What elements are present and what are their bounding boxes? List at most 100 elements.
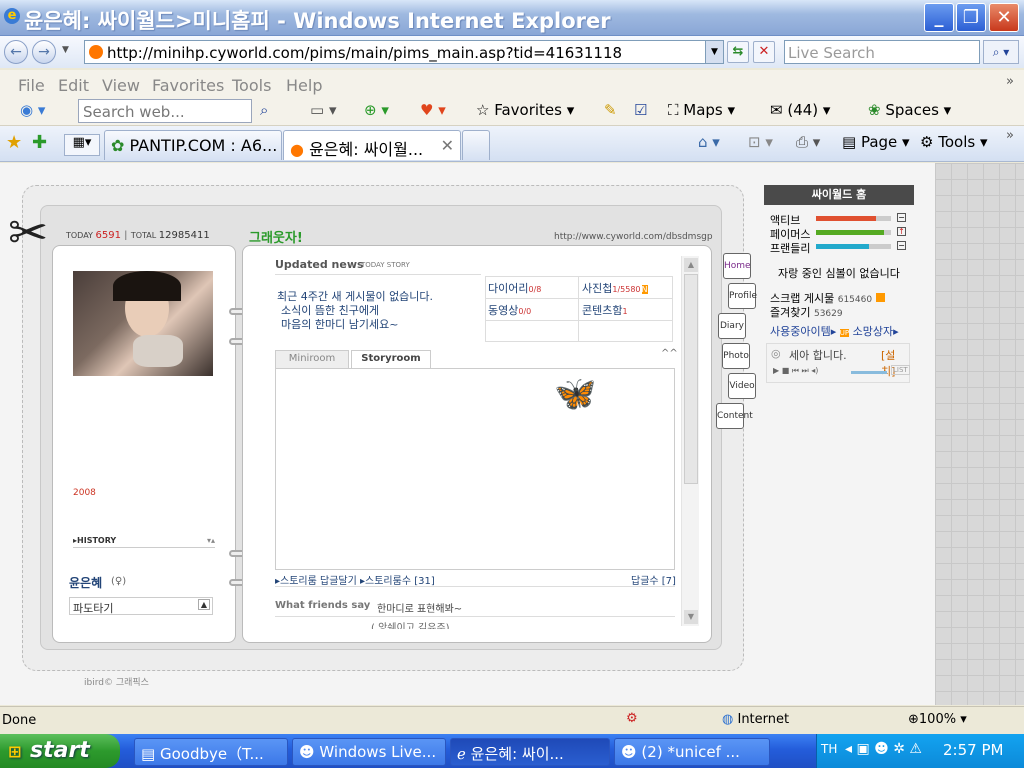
history-dropdown-icon[interactable]: ▼ [62, 45, 69, 55]
favorites-button[interactable]: ☆ Favorites ▾ [476, 101, 574, 119]
scrollbar[interactable]: ▲ ▼ [681, 256, 699, 626]
side-tab-home[interactable]: Home [723, 253, 751, 279]
stop-icon[interactable]: ✕ [753, 41, 775, 63]
collapse-icon[interactable]: ^^ [661, 348, 678, 359]
arrow-up-icon[interactable]: ↑ [897, 227, 906, 236]
spaces-icon: ❀ [868, 101, 881, 119]
start-button[interactable]: ⊞ start [0, 734, 120, 768]
toolbar-box-icon[interactable]: ▭ ▾ [310, 101, 336, 119]
menu-file[interactable]: File [18, 76, 45, 95]
menu-help[interactable]: Help [286, 76, 322, 95]
highlight-icon[interactable]: ✎ [604, 101, 617, 119]
scroll-thumb[interactable] [684, 274, 698, 484]
tray-icons[interactable]: ◂ ▣ ☻ ✲ ⚠ [845, 741, 922, 757]
scroll-down-icon[interactable]: ▼ [684, 610, 698, 624]
maps-button[interactable]: ⛶ Maps ▾ [668, 101, 735, 119]
edit-icon[interactable]: ☑ [634, 101, 647, 119]
tools-menu[interactable]: ⚙ Tools ▾ [920, 133, 988, 151]
language-indicator[interactable]: TH [821, 742, 837, 756]
scroll-up-icon[interactable]: ▲ [684, 258, 698, 272]
menu-tools[interactable]: Tools [232, 76, 271, 95]
tab-pantip[interactable]: ✿ PANTIP.COM : A6... [104, 130, 282, 160]
owner-name[interactable]: 윤은혜 [69, 574, 102, 591]
menu-favorites[interactable]: Favorites [152, 76, 224, 95]
forward-icon[interactable]: → [32, 40, 56, 64]
zoom-icon: ⊕ [908, 712, 919, 727]
chevron-more-icon[interactable]: » [1006, 128, 1014, 143]
address-bar[interactable]: http://minihp.cyworld.com/pims/main/pims… [84, 40, 724, 64]
websearch-go-icon[interactable]: ⌕ [260, 101, 268, 119]
bgm-player[interactable]: ◎ 세아 합니다. [설치] ▶ ■ ⏮ ⏭ ◂) LIST [766, 343, 910, 383]
zoom-control[interactable]: ⊕100% ▾ [908, 712, 967, 727]
status-text: Done [2, 713, 37, 728]
side-tab-diary[interactable]: Diary [718, 313, 746, 339]
chevron-up-icon[interactable]: ▲ [197, 599, 210, 610]
messenger-icon[interactable]: ♥ ▾ [420, 101, 446, 119]
minus-icon[interactable]: − [897, 213, 906, 222]
tab-storyroom[interactable]: Storyroom [351, 350, 431, 369]
active-bar [816, 216, 876, 221]
web-search-input[interactable]: Search web... [78, 99, 252, 123]
volume-slider[interactable] [851, 371, 887, 374]
popup-blocked-icon[interactable]: ⚙ [626, 711, 638, 726]
minimize-button[interactable]: _ [924, 3, 954, 32]
page-menu[interactable]: ▤ Page ▾ [842, 133, 910, 151]
home-icon[interactable]: ⌂ ▾ [698, 133, 720, 151]
task-unicef[interactable]: ☻ (2) *unicef ... [614, 738, 770, 766]
expand-icon[interactable]: ▾▴ [207, 536, 215, 545]
side-tab-video[interactable]: Video [728, 373, 756, 399]
chat-icon: ☻ [621, 743, 637, 761]
search-go-icon[interactable]: ⌕ ▾ [983, 40, 1019, 64]
year-label: 2008 [73, 488, 96, 498]
task-cyworld[interactable]: ℯ 윤은혜: 싸이... [450, 738, 610, 766]
storyroom-area[interactable]: 🦋 [275, 368, 675, 570]
wish-label: 소망상자 [852, 325, 894, 338]
story-reply-link[interactable]: ▸스토리룸 답글달기 ▸스토리룸수 [31] [275, 572, 435, 587]
task-label: 윤은혜: 싸이... [470, 745, 564, 763]
search-input[interactable]: Live Search [784, 40, 980, 64]
stat-content[interactable]: 콘텐츠함1 [582, 302, 628, 318]
side-tab-photo[interactable]: Photo [722, 343, 750, 369]
print-icon[interactable]: ⎙ ▾ [796, 133, 820, 151]
stat-photo[interactable]: 사진첩1/5580N [582, 280, 648, 296]
msn-icon[interactable]: ◉ ▾ [20, 101, 45, 119]
maximize-button[interactable]: ❐ [956, 3, 986, 32]
add-favorite-icon[interactable]: ✚ [32, 132, 47, 153]
refresh-icon[interactable]: ⇆ [727, 41, 749, 63]
chevron-more-icon[interactable]: » [1006, 74, 1014, 89]
mail-button[interactable]: ✉ (44) ▾ [770, 101, 830, 119]
tab-close-icon[interactable]: ✕ [441, 136, 454, 155]
friendly-label: 프랜들리 [770, 242, 811, 255]
new-tab-button[interactable] [462, 130, 490, 160]
stat-diary[interactable]: 다이어리0/8 [488, 280, 541, 296]
mood-select[interactable]: 파도타기 ▲ [69, 597, 213, 615]
fav-row[interactable]: 즐겨찾기 53629 [770, 304, 843, 320]
add-icon[interactable]: ⊕ ▾ [364, 101, 389, 119]
spaces-button[interactable]: ❀ Spaces ▾ [868, 101, 951, 119]
favorites-center-icon[interactable]: ★ [6, 132, 22, 153]
history-link[interactable]: ▸HISTORY ▾▴ [73, 536, 215, 548]
task-windows-live[interactable]: ☻ Windows Live... [292, 738, 446, 766]
site-url-link[interactable]: http://www.cyworld.com/dbsdmsgp [554, 232, 713, 242]
quick-tabs-icon[interactable]: ▦▾ [64, 134, 100, 156]
news-message: 최근 4주간 새 게시물이 없습니다. 소식이 뜸한 친구에게 마음의 한마디 … [277, 290, 433, 332]
visit-counter: TODAY 6591 │ TOTAL 12985411 [66, 230, 210, 241]
player-controls-icon[interactable]: ▶ ■ ⏮ ⏭ ◂) [773, 366, 818, 376]
list-button[interactable]: LIST [891, 365, 910, 375]
side-tab-profile[interactable]: Profile [728, 283, 757, 309]
back-icon[interactable]: ← [4, 40, 28, 64]
minus-icon[interactable]: − [897, 241, 906, 250]
side-tab-content[interactable]: Content [716, 403, 753, 429]
tab-cyworld[interactable]: ● 윤은혜: 싸이월... ✕ [283, 130, 461, 160]
tab-miniroom[interactable]: Miniroom [275, 350, 349, 368]
menu-view[interactable]: View [102, 76, 140, 95]
stat-video[interactable]: 동영상0/0 [488, 302, 531, 318]
address-dropdown-icon[interactable]: ▼ [705, 41, 723, 63]
profile-photo[interactable] [73, 271, 213, 376]
close-button[interactable]: ✕ [989, 3, 1019, 32]
feeds-icon[interactable]: ⊡ ▾ [748, 133, 773, 151]
task-goodbye[interactable]: ▤ Goodbye（T... [134, 738, 288, 766]
menu-edit[interactable]: Edit [58, 76, 89, 95]
cyworld-home-link[interactable]: 싸이월드 홈 [764, 185, 914, 205]
items-link[interactable]: 사용중아이템▸ UP 소망상자▸ [770, 323, 899, 339]
